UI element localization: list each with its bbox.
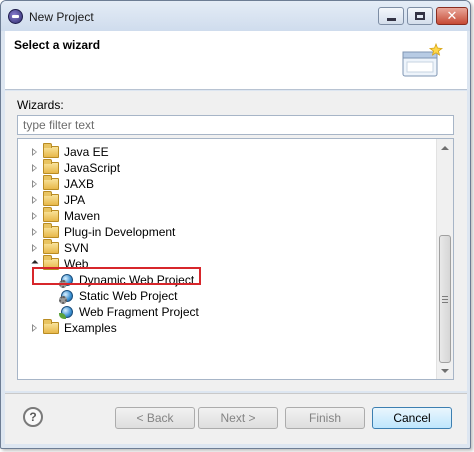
folder-icon	[43, 175, 59, 190]
expand-arrow-icon[interactable]	[29, 195, 39, 205]
tree-item-label: Maven	[64, 209, 101, 223]
expand-arrow-icon[interactable]	[29, 227, 39, 237]
wizards-label: Wizards:	[17, 98, 64, 112]
tree-item-label: Static Web Project	[79, 289, 178, 303]
tree-item-jpa[interactable]: JPA	[29, 191, 86, 208]
tree-item-label: JavaScript	[64, 161, 121, 175]
folder-icon	[43, 159, 59, 174]
expand-arrow-icon[interactable]	[29, 147, 39, 157]
finish-button[interactable]: Finish	[285, 407, 365, 429]
banner-title: Select a wizard	[14, 38, 101, 52]
static-web-project-icon	[59, 289, 74, 304]
tree-item-label: Web Fragment Project	[79, 305, 199, 319]
tree-item-label: Plug-in Development	[64, 225, 176, 239]
title-bar[interactable]: New Project ✕	[1, 1, 470, 31]
eclipse-app-icon	[8, 9, 23, 24]
scrollbar-thumb[interactable]	[439, 235, 451, 363]
tree-item-label: Examples	[64, 321, 117, 335]
tree-item-plugin-development[interactable]: Plug-in Development	[29, 223, 176, 240]
tree-item-label: SVN	[64, 241, 89, 255]
tree-item-java-ee[interactable]: Java EE	[29, 143, 109, 160]
expand-arrow-icon[interactable]	[29, 211, 39, 221]
cancel-button[interactable]: Cancel	[372, 407, 452, 429]
new-project-dialog: New Project ✕ Select a wizard Wizards: J…	[0, 0, 471, 449]
close-button[interactable]: ✕	[436, 7, 468, 25]
tree-item-label: JAXB	[64, 177, 95, 191]
tree-item-jaxb[interactable]: JAXB	[29, 175, 95, 192]
tree-item-web-fragment-project[interactable]: Web Fragment Project	[59, 304, 199, 320]
scroll-down-arrow-icon[interactable]	[437, 362, 453, 379]
maximize-icon	[415, 12, 425, 20]
minimize-icon	[386, 17, 396, 21]
scroll-up-arrow-icon[interactable]	[437, 139, 453, 156]
web-fragment-project-icon	[59, 305, 74, 320]
help-icon[interactable]: ?	[23, 407, 43, 427]
expand-arrow-icon[interactable]	[29, 243, 39, 253]
expand-arrow-icon[interactable]	[29, 179, 39, 189]
tree-item-label: JPA	[64, 193, 86, 207]
wizard-content: Wizards: Java EE JavaScript JAXB JP	[5, 91, 467, 391]
folder-icon	[43, 207, 59, 222]
maximize-button[interactable]	[407, 7, 433, 25]
wizard-banner: Select a wizard	[5, 31, 467, 90]
expand-arrow-icon[interactable]	[29, 163, 39, 173]
folder-icon	[43, 223, 59, 238]
filter-input[interactable]	[17, 115, 454, 135]
minimize-button[interactable]	[378, 7, 404, 25]
wizard-banner-icon	[402, 42, 443, 77]
folder-icon	[43, 239, 59, 254]
tree-scrollbar[interactable]	[436, 139, 453, 379]
wizard-tree[interactable]: Java EE JavaScript JAXB JPA Maven Plug-i…	[17, 138, 454, 380]
dialog-footer: ? < Back Next > Finish Cancel	[5, 394, 467, 444]
tree-item-javascript[interactable]: JavaScript	[29, 159, 121, 176]
tree-item-label: Java EE	[64, 145, 109, 159]
folder-icon	[43, 143, 59, 158]
back-button[interactable]: < Back	[115, 407, 195, 429]
dynamic-web-project-highlight	[32, 267, 201, 285]
next-button[interactable]: Next >	[198, 407, 278, 429]
tree-item-examples[interactable]: Examples	[29, 319, 117, 336]
folder-icon	[43, 191, 59, 206]
tree-item-maven[interactable]: Maven	[29, 207, 101, 224]
close-icon: ✕	[446, 8, 458, 24]
window-title: New Project	[29, 10, 94, 24]
tree-item-static-web-project[interactable]: Static Web Project	[59, 288, 177, 304]
tree-item-svn[interactable]: SVN	[29, 239, 89, 256]
expand-arrow-icon[interactable]	[29, 323, 39, 333]
folder-icon	[43, 319, 59, 334]
